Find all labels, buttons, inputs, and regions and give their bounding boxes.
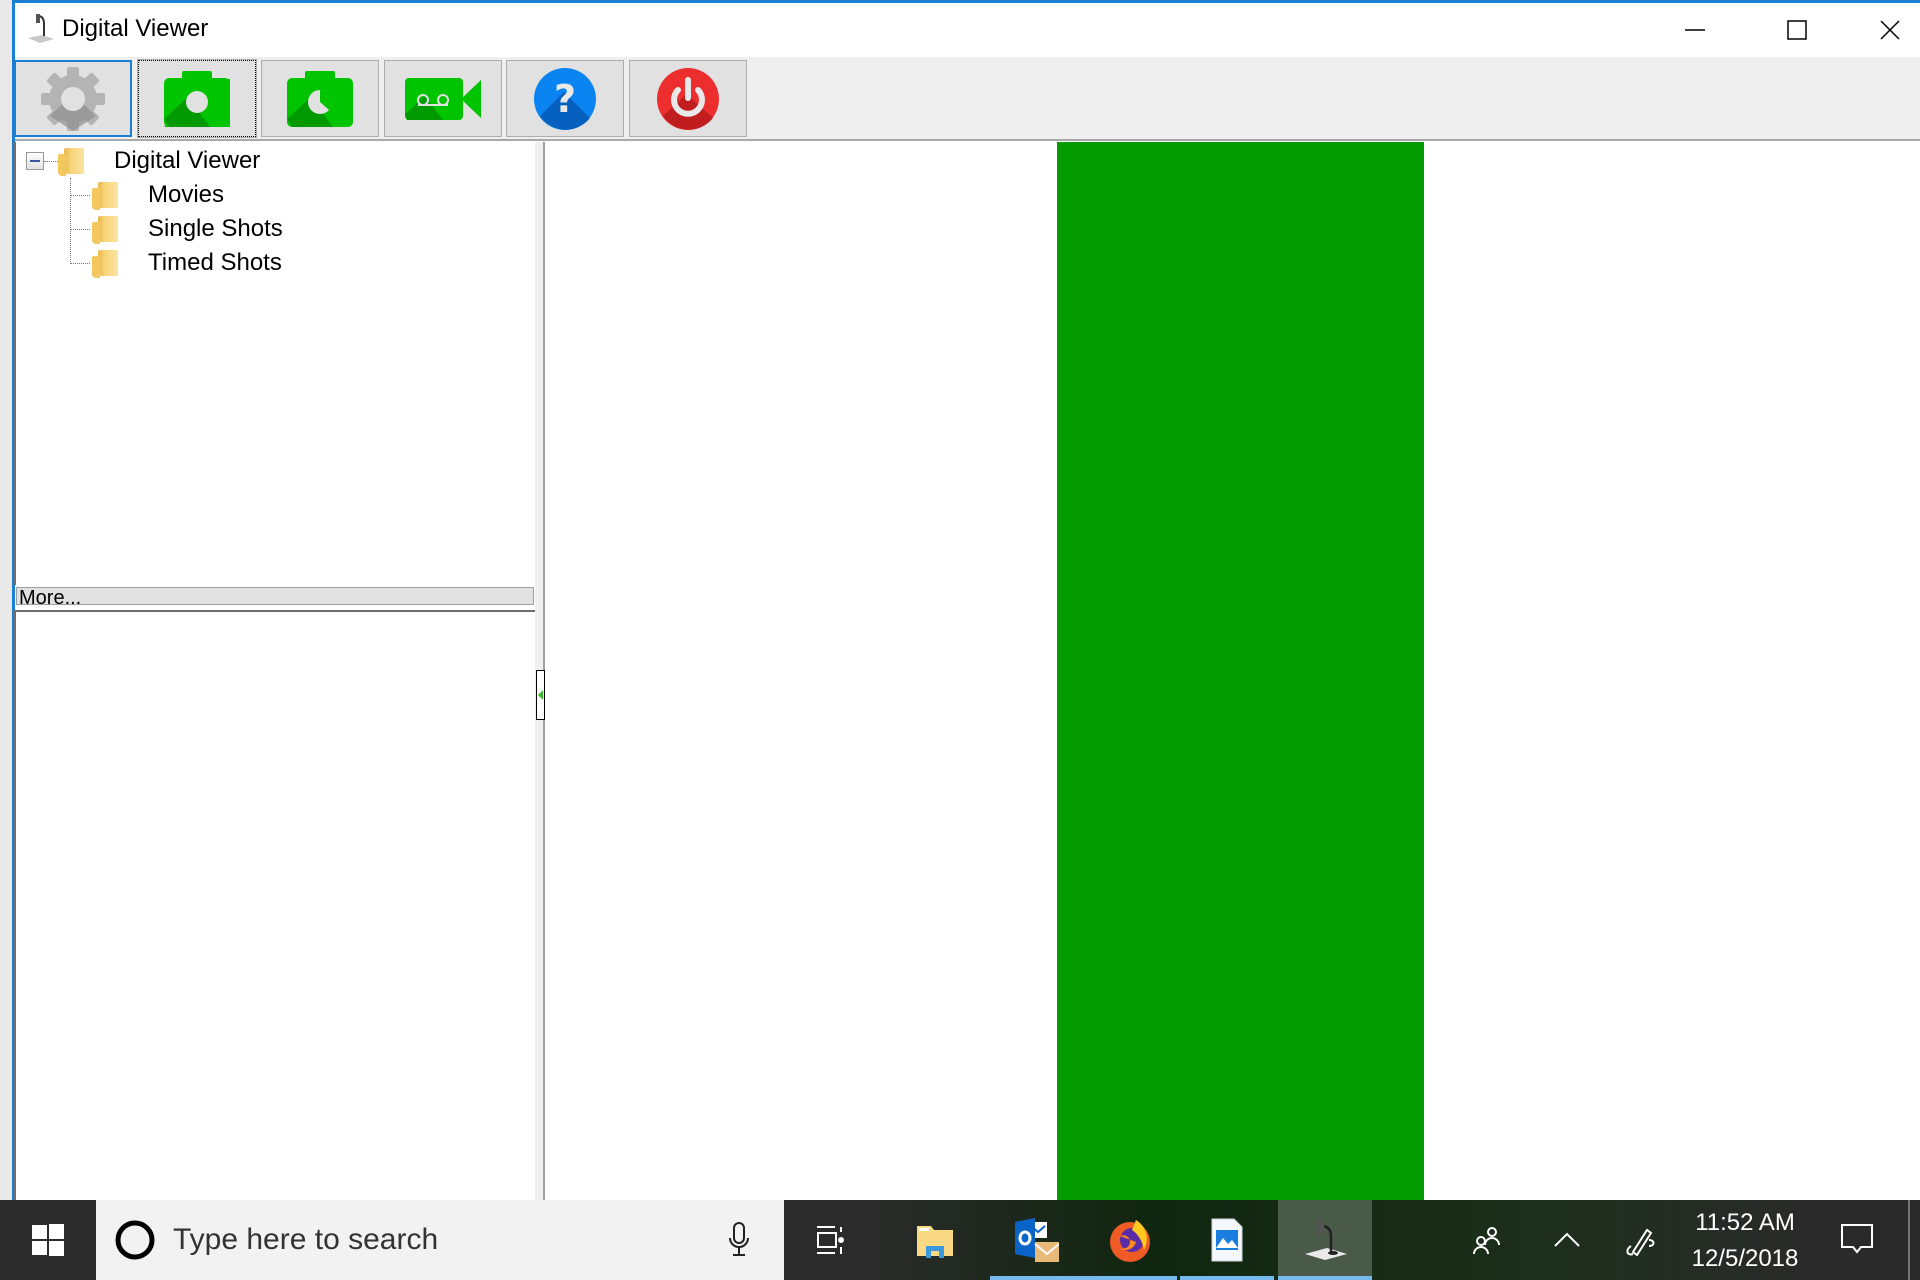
tree-connector <box>70 195 90 196</box>
tree-item-timed-shots[interactable]: Timed Shots <box>92 248 282 278</box>
outlook-icon <box>1015 1218 1059 1262</box>
running-indicator <box>1083 1276 1177 1280</box>
tree-item-digital-viewer[interactable]: Digital Viewer <box>58 146 261 176</box>
tree-connector <box>70 229 90 230</box>
folder-icon <box>92 250 118 278</box>
video-camera-icon <box>405 77 481 120</box>
folder-icon <box>92 216 118 244</box>
timer-camera-icon <box>287 70 353 127</box>
tree-item-movies[interactable]: Movies <box>92 180 225 210</box>
tree-connector <box>44 161 58 162</box>
gear-icon <box>41 66 105 131</box>
system-clock[interactable]: 11:52 AM 12/5/2018 <box>1680 1205 1810 1275</box>
capture-photo-button[interactable] <box>137 59 257 138</box>
firefox-icon <box>1110 1220 1150 1262</box>
tree-connector <box>70 263 90 264</box>
help-button[interactable]: ? <box>506 60 624 137</box>
live-camera-image <box>1057 142 1424 1200</box>
show-desktop-button[interactable] <box>1908 1200 1910 1280</box>
record-video-button[interactable] <box>384 60 502 137</box>
desktop-background <box>0 0 12 1200</box>
svg-text:?: ? <box>554 77 576 121</box>
search-placeholder: Type here to search <box>173 1223 439 1256</box>
task-view-button[interactable] <box>785 1200 879 1280</box>
minimize-icon <box>1685 29 1705 31</box>
tree-item-label: Single Shots <box>148 215 283 242</box>
timed-capture-button[interactable] <box>261 60 379 137</box>
start-button[interactable] <box>0 1200 96 1280</box>
taskbar-file-explorer[interactable] <box>888 1200 982 1280</box>
more-button[interactable]: More... <box>16 587 534 605</box>
windows-ink-button[interactable] <box>1620 1200 1660 1280</box>
running-indicator <box>1278 1276 1372 1280</box>
close-button[interactable] <box>1845 3 1920 57</box>
running-indicator <box>1180 1276 1274 1280</box>
windows-logo-icon <box>32 1224 64 1256</box>
camera-icon <box>164 70 230 127</box>
tree-item-label: Movies <box>148 181 225 208</box>
tree-item-single-shots[interactable]: Single Shots <box>92 214 283 244</box>
file-explorer-icon <box>917 1226 953 1258</box>
details-panel <box>14 610 535 1200</box>
cortana-icon <box>115 1220 155 1260</box>
taskbar-firefox[interactable] <box>1083 1200 1177 1280</box>
tree-collapse-toggle[interactable] <box>26 152 44 170</box>
task-view-icon <box>817 1226 844 1254</box>
clock-date: 12/5/2018 <box>1691 1245 1799 1272</box>
taskbar-digital-viewer[interactable] <box>1278 1200 1372 1280</box>
show-hidden-icons-button[interactable] <box>1550 1200 1584 1280</box>
action-center-button[interactable] <box>1832 1200 1882 1280</box>
splitter-collapse-handle[interactable] <box>536 670 545 720</box>
people-icon <box>1473 1227 1500 1255</box>
title-bar[interactable] <box>15 3 1920 57</box>
running-indicator <box>990 1276 1084 1280</box>
people-button[interactable] <box>1470 1200 1504 1280</box>
arrow-left-icon <box>537 690 543 700</box>
clock-time: 11:52 AM <box>1695 1209 1795 1236</box>
settings-button[interactable] <box>14 60 132 137</box>
minus-icon <box>30 160 40 162</box>
photos-icon <box>1211 1218 1243 1262</box>
folder-icon <box>58 148 84 176</box>
window-title: Digital Viewer <box>62 15 209 42</box>
minimize-button[interactable] <box>1650 3 1740 57</box>
power-icon <box>657 67 719 130</box>
maximize-button[interactable] <box>1752 3 1842 57</box>
microscope-app-icon <box>1305 1220 1347 1260</box>
tree-connector <box>70 178 71 264</box>
taskbar-outlook[interactable] <box>990 1200 1084 1280</box>
close-icon <box>1880 20 1900 40</box>
tree-item-label: Digital Viewer <box>114 147 261 174</box>
power-button[interactable] <box>629 60 747 137</box>
microphone-icon[interactable] <box>728 1222 750 1258</box>
notifications-icon <box>1841 1224 1873 1254</box>
help-icon: ? <box>534 67 596 130</box>
pen-icon <box>1626 1228 1655 1256</box>
folder-icon <box>92 182 118 210</box>
maximize-icon <box>1787 20 1807 40</box>
microscope-app-icon <box>26 12 56 46</box>
taskbar-photos[interactable] <box>1180 1200 1274 1280</box>
tree-item-label: Timed Shots <box>148 249 282 276</box>
chevron-up-icon <box>1554 1232 1580 1247</box>
taskbar-search-box[interactable]: Type here to search <box>96 1200 784 1280</box>
